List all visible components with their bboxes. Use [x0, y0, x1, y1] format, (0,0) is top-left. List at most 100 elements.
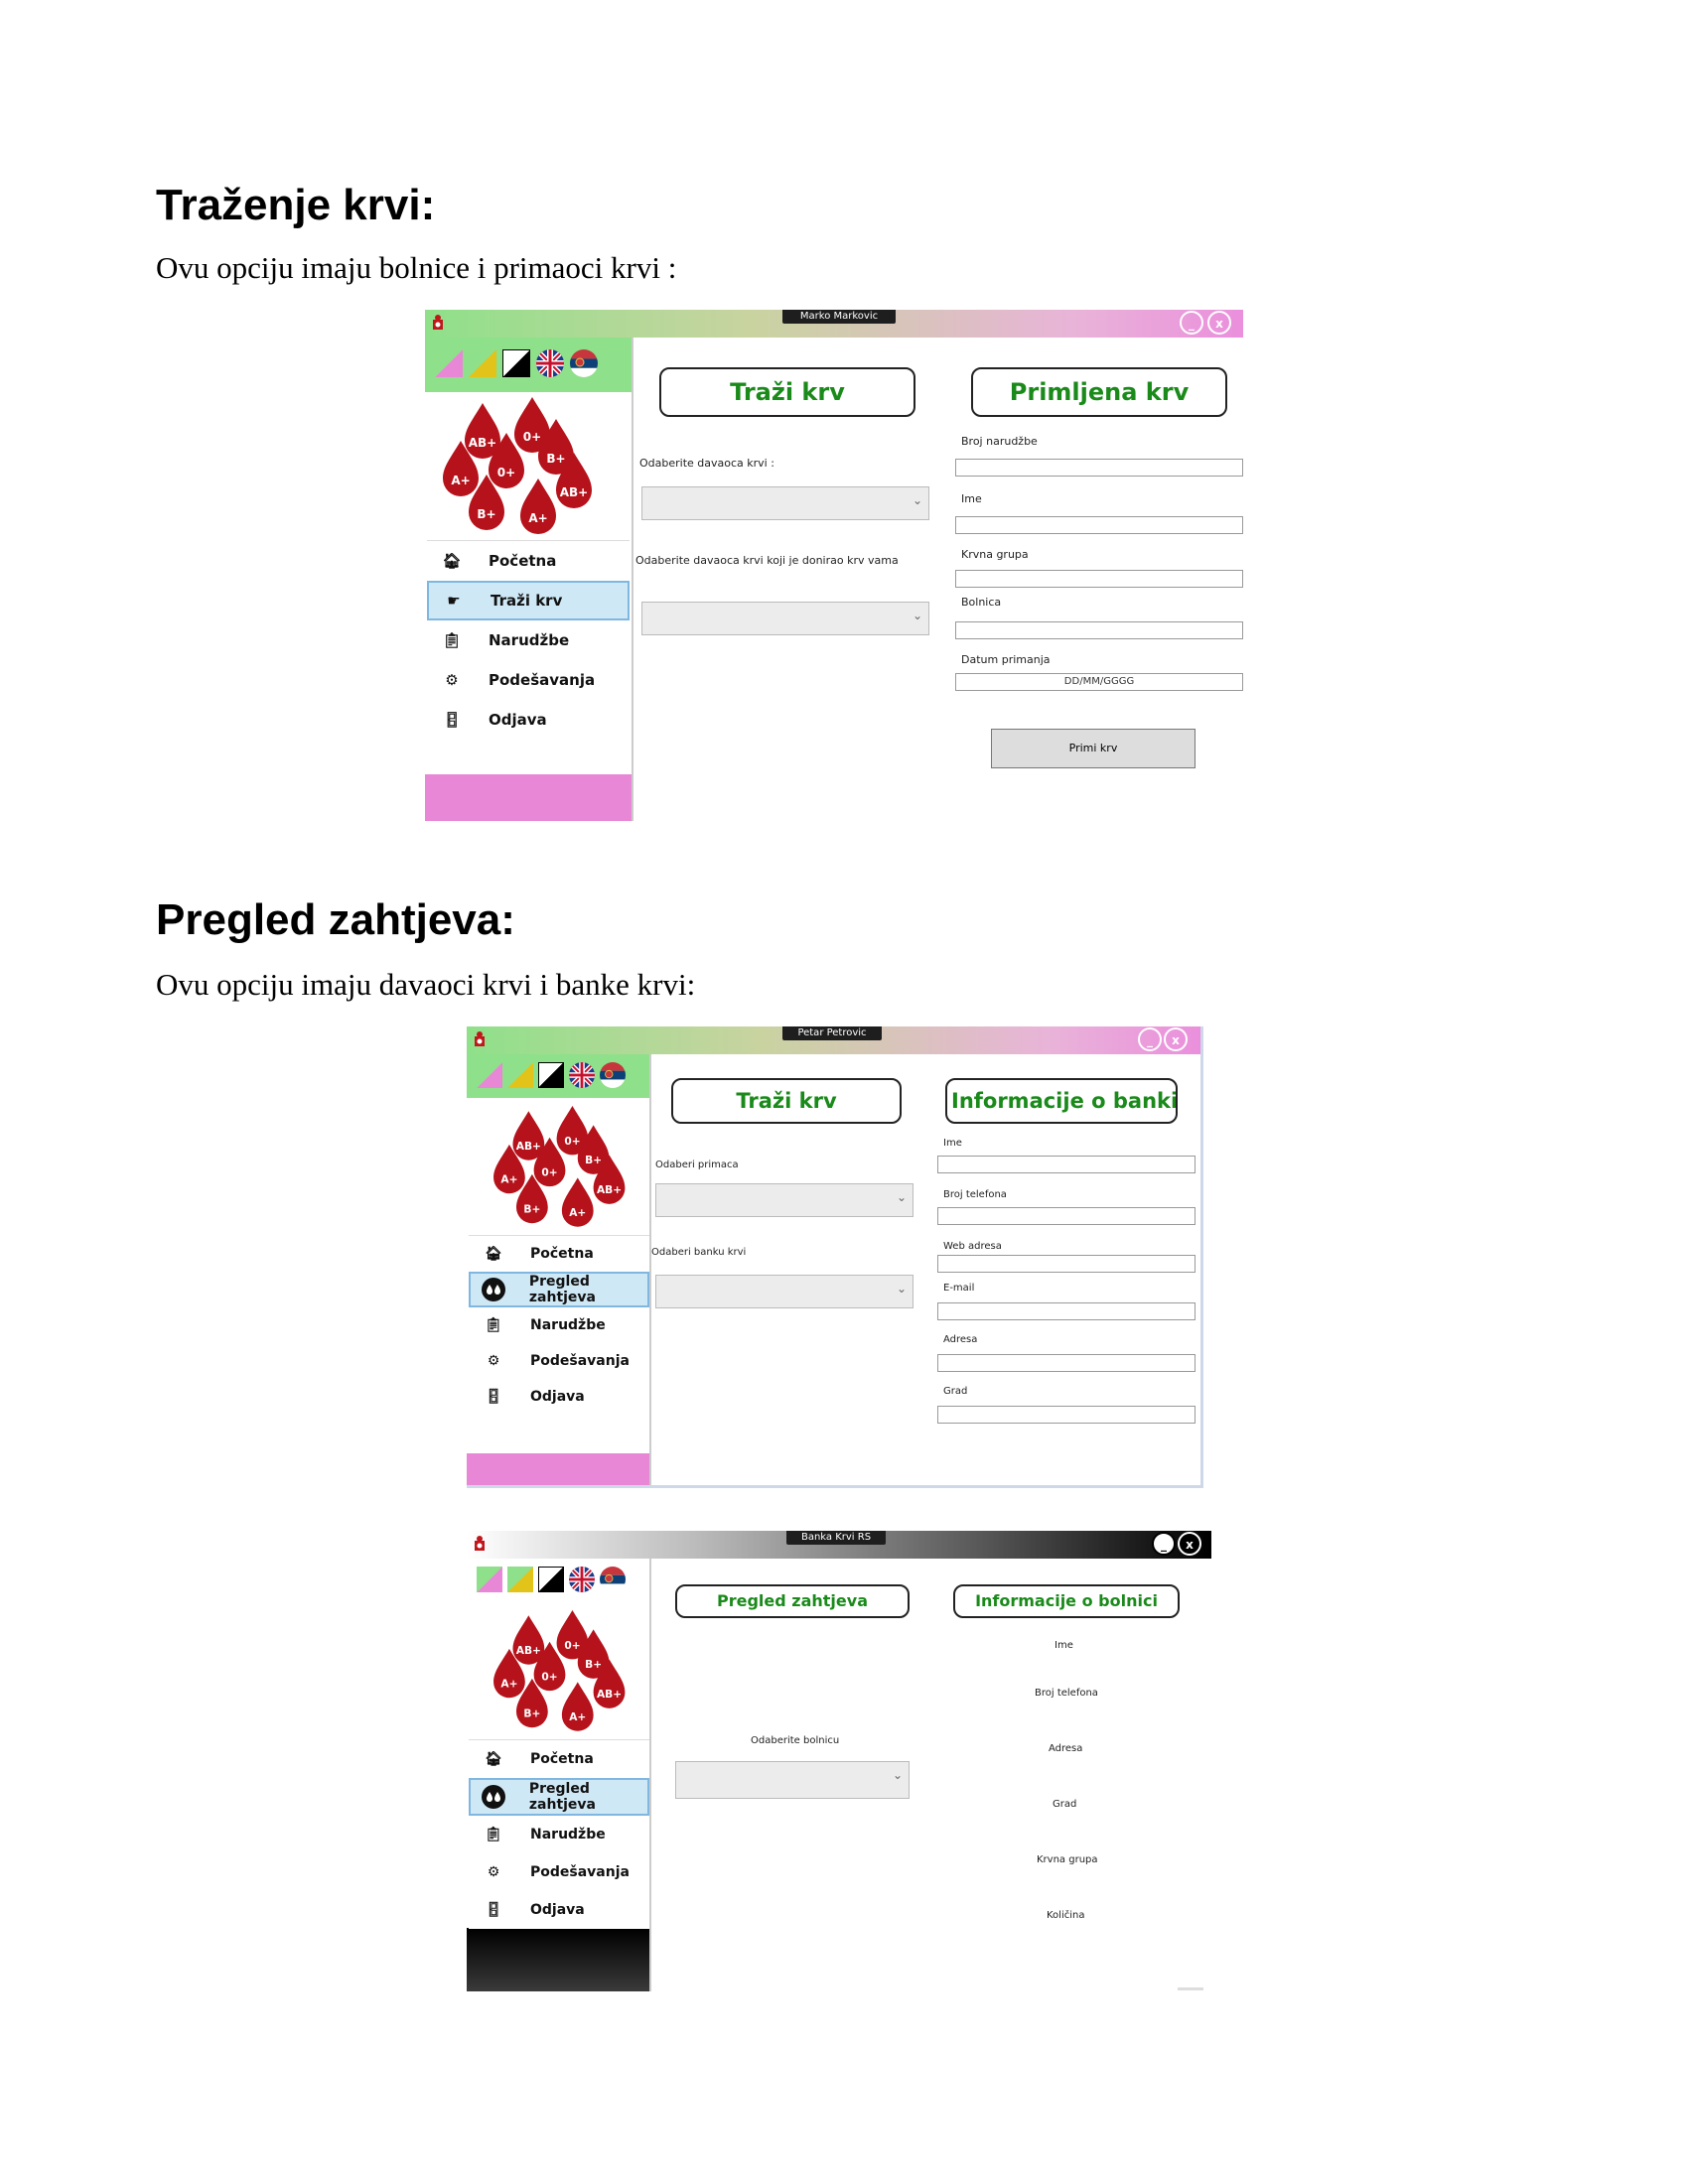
theme-black-white-swatch[interactable] — [502, 349, 530, 377]
sidebar-item-trazi-krv[interactable]: ☛ Traži krv — [427, 581, 630, 620]
pointing-hand-icon: ☛ — [447, 592, 461, 610]
tab-pregled-zahtjeva[interactable]: Pregled zahtjeva — [675, 1584, 910, 1618]
bank-address-field[interactable] — [937, 1354, 1196, 1372]
drop-label: AB+ — [597, 1184, 622, 1196]
blood-drops-logo: AB+ 0+ B+ A+ 0+ AB+ B+ A+ — [443, 397, 592, 534]
sidebar-item-label: Početna — [530, 1246, 594, 1262]
drop-label: AB+ — [560, 485, 589, 499]
drop-label: B+ — [585, 1155, 602, 1166]
app-icon — [475, 1536, 485, 1551]
bank-city-field[interactable] — [937, 1406, 1196, 1424]
sidebar: AB+ 0+ B+ A+ 0+ AB+ B+ A+ 🏠︎ Početna ☛ Tra… — [425, 338, 633, 821]
hospital-label: Bolnica — [961, 596, 1002, 609]
drop-label: AB+ — [469, 436, 497, 450]
receive-blood-button[interactable]: Primi krv — [991, 729, 1196, 768]
theme-black-white-swatch[interactable] — [538, 1567, 564, 1592]
sidebar-item-odjava[interactable]: 🚪︎ Odjava — [469, 1891, 649, 1929]
uk-flag-icon[interactable] — [536, 349, 564, 377]
donor-donated-select[interactable] — [641, 602, 929, 635]
close-button[interactable]: x — [1164, 1027, 1188, 1051]
theme-green-pink-swatch[interactable] — [477, 1062, 502, 1088]
drop-label: B+ — [585, 1659, 602, 1671]
donor-donated-select-label: Odaberite davaoca krvi koji je donirao k… — [635, 554, 899, 567]
sidebar-item-label: Odjava — [530, 1902, 585, 1918]
logout-door-icon: 🚪︎ — [442, 711, 462, 729]
sidebar-item-odjava[interactable]: 🚪︎ Odjava — [427, 700, 630, 740]
blood-group-label: Krvna grupa — [961, 548, 1029, 561]
title-bar: Banka Krvi RS _ x — [467, 1531, 1211, 1559]
sidebar-item-podesavanja[interactable]: ⚙ Podešavanja — [469, 1343, 649, 1379]
drop-label: A+ — [451, 474, 470, 487]
resize-grip[interactable] — [1178, 1987, 1203, 1990]
serbia-flag-icon[interactable] — [600, 1567, 626, 1592]
hospital-phone-label: Broj telefona — [1035, 1688, 1098, 1699]
sidebar-item-pocetna[interactable]: 🏠︎ Početna — [427, 541, 630, 581]
bank-name-field[interactable] — [937, 1156, 1196, 1173]
screenshot-pregled-zahtjeva-banka: Banka Krvi RS _ x AB+ 0+ B+ A+ 0+ AB+ B+… — [467, 1531, 1211, 1991]
sidebar-menu: 🏠︎ Početna Pregled zahtjeva 📋︎ Narudžbe ⚙ P… — [469, 1235, 649, 1415]
blood-drops-circle-icon — [481, 1782, 507, 1812]
blood-drops-logo: AB+ 0+ B+ A+ 0+ AB+ B+ A+ — [493, 1610, 626, 1731]
sidebar-item-pocetna[interactable]: 🏠︎ Početna — [469, 1740, 649, 1778]
theme-green-yellow-swatch[interactable] — [469, 349, 496, 377]
sidebar-item-odjava[interactable]: 🚪︎ Odjava — [469, 1379, 649, 1415]
hospital-select[interactable] — [675, 1761, 910, 1799]
bank-select[interactable] — [655, 1275, 914, 1308]
bank-name-label: Ime — [943, 1138, 962, 1149]
name-field[interactable] — [955, 516, 1243, 534]
tab-primljena-krv[interactable]: Primljena krv — [971, 367, 1227, 417]
bank-web-field[interactable] — [937, 1255, 1196, 1273]
sidebar-item-podesavanja[interactable]: ⚙ Podešavanja — [427, 660, 630, 700]
sidebar-item-narudzbe[interactable]: 📋︎ Narudžbe — [469, 1816, 649, 1853]
tab-informacije-o-bolnici[interactable]: Informacije o bolnici — [953, 1584, 1180, 1618]
theme-green-pink-swatch[interactable] — [477, 1567, 502, 1592]
minimize-button[interactable]: _ — [1138, 1027, 1162, 1051]
bank-phone-field[interactable] — [937, 1207, 1196, 1225]
serbia-flag-icon[interactable] — [570, 349, 598, 377]
drop-label: B+ — [546, 452, 565, 466]
clipboard-icon: 📋︎ — [442, 631, 462, 649]
blood-drops-logo: AB+ 0+ B+ A+ 0+ AB+ B+ A+ — [493, 1106, 626, 1227]
hospital-name-label: Ime — [1055, 1640, 1073, 1651]
close-button[interactable]: x — [1178, 1532, 1201, 1556]
tab-trazi-krv[interactable]: Traži krv — [671, 1078, 902, 1124]
clipboard-icon: 📋︎ — [485, 1317, 502, 1333]
sidebar-item-podesavanja[interactable]: ⚙ Podešavanja — [469, 1853, 649, 1891]
blood-group-field[interactable] — [955, 570, 1243, 588]
serbia-flag-icon[interactable] — [600, 1062, 626, 1088]
uk-flag-icon[interactable] — [569, 1062, 595, 1088]
drop-label: AB+ — [516, 1141, 541, 1153]
bank-email-field[interactable] — [937, 1302, 1196, 1320]
order-number-field[interactable] — [955, 459, 1243, 477]
title-bar: Petar Petrovic _ x — [467, 1026, 1200, 1054]
drop-label: 0+ — [541, 1167, 557, 1179]
donor-select[interactable] — [641, 486, 929, 520]
theme-black-white-swatch[interactable] — [538, 1062, 564, 1088]
minimize-button[interactable]: _ — [1152, 1532, 1176, 1556]
sidebar-item-label: Podešavanja — [489, 671, 596, 689]
donor-select-label: Odaberite davaoca krvi : — [639, 457, 774, 470]
sidebar: AB+ 0+ B+ A+ 0+ AB+ B+ A+ 🏠︎ Početna Preg… — [467, 1559, 651, 1991]
drop-label: B+ — [523, 1708, 540, 1720]
sidebar-item-narudzbe[interactable]: 📋︎ Narudžbe — [469, 1307, 649, 1343]
theme-green-yellow-swatch[interactable] — [507, 1062, 533, 1088]
sidebar-item-pocetna[interactable]: 🏠︎ Početna — [469, 1236, 649, 1272]
theme-green-pink-swatch[interactable] — [435, 349, 463, 377]
hospital-quantity-label: Količina — [1047, 1910, 1085, 1921]
recipient-select[interactable] — [655, 1183, 914, 1217]
tab-informacije-o-banki[interactable]: Informacije o banki l — [945, 1078, 1178, 1124]
date-field[interactable]: DD/MM/GGGG — [955, 673, 1243, 691]
theme-green-yellow-swatch[interactable] — [507, 1567, 533, 1592]
drop-label: 0+ — [523, 430, 541, 444]
name-label: Ime — [961, 492, 982, 505]
hospital-field[interactable] — [955, 621, 1243, 639]
sidebar-item-pregled-zahtjeva[interactable]: Pregled zahtjeva — [469, 1778, 649, 1816]
sidebar-item-narudzbe[interactable]: 📋︎ Narudžbe — [427, 620, 630, 660]
uk-flag-icon[interactable] — [569, 1567, 595, 1592]
tab-trazi-krv[interactable]: Traži krv — [659, 367, 915, 417]
hospital-blood-group-label: Krvna grupa — [1037, 1854, 1098, 1865]
close-button[interactable]: x — [1207, 311, 1231, 335]
sidebar-item-pregled-zahtjeva[interactable]: Pregled zahtjeva — [469, 1272, 649, 1307]
minimize-button[interactable]: _ — [1180, 311, 1203, 335]
theme-swatches — [477, 1567, 626, 1592]
